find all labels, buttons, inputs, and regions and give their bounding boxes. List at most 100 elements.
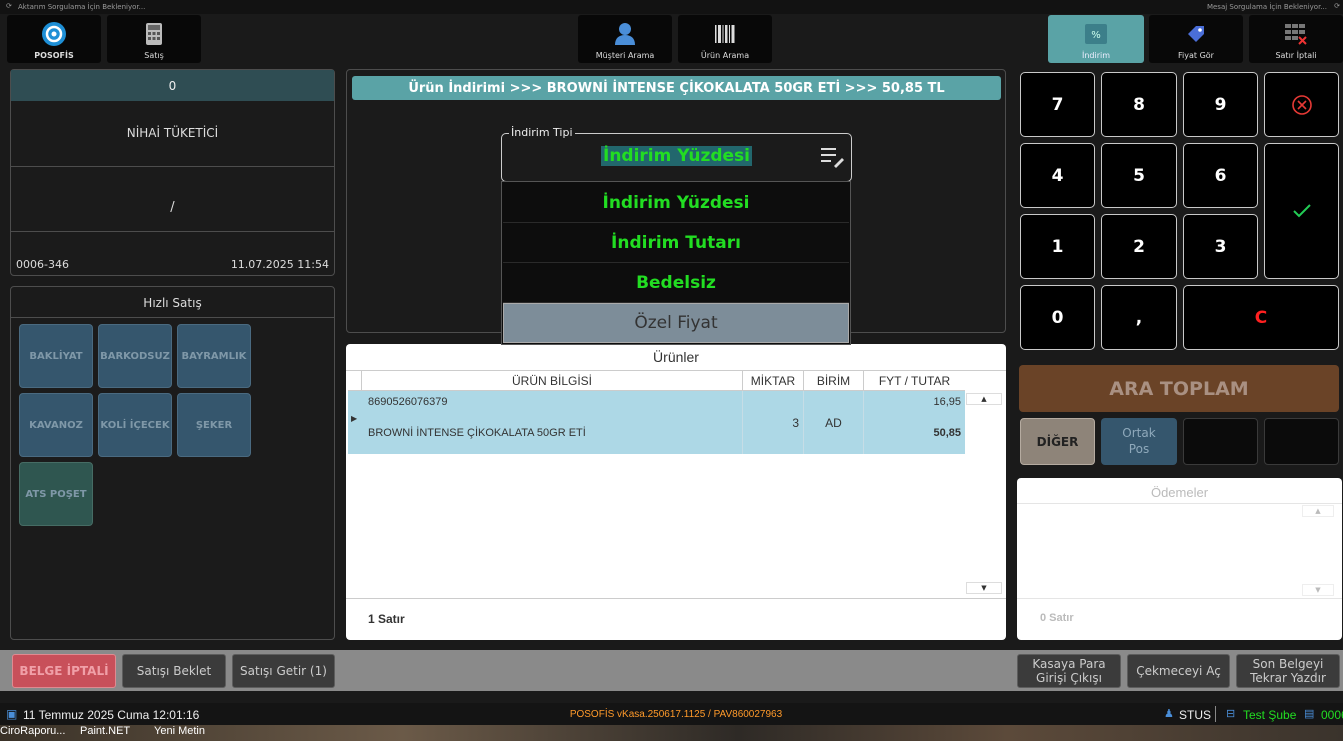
customer-panel: 0 NİHAİ TÜKETİCİ / 0006-346 11.07.2025 1…: [10, 69, 335, 276]
col-urun-bilgisi[interactable]: ÜRÜN BİLGİSİ: [362, 374, 742, 388]
quick-item-seker[interactable]: ŞEKER: [177, 393, 251, 457]
payments-scroll-down-icon[interactable]: ▼: [1302, 584, 1334, 596]
key-4[interactable]: 4: [1020, 143, 1095, 208]
satisi-getir-button[interactable]: Satışı Getir (1): [232, 654, 335, 688]
posofis-button[interactable]: POSOFİS: [7, 15, 101, 63]
satir-iptali-label: Satır İptali: [1275, 51, 1317, 60]
scroll-up-icon[interactable]: ▲: [966, 393, 1002, 405]
row-price: 16,95: [933, 396, 961, 408]
key-7[interactable]: 7: [1020, 72, 1095, 137]
col-miktar[interactable]: MİKTAR: [743, 374, 803, 388]
quick-item-barkodsuz[interactable]: BARKODSUZ: [98, 324, 172, 388]
discount-type-field[interactable]: İndirim Tipi İndirim Yüzdesi: [501, 126, 852, 182]
discount-header: Ürün İndirimi >>> BROWNİ İNTENSE ÇİKOKAL…: [352, 76, 1001, 100]
key-9[interactable]: 9: [1183, 72, 1258, 137]
taskbar-item[interactable]: CiroRaporu...: [0, 725, 65, 737]
cekmeceyi-ac-button[interactable]: Çekmeceyi Aç: [1127, 654, 1230, 688]
discount-type-value: İndirim Yüzdesi: [601, 146, 752, 166]
key-5[interactable]: 5: [1101, 143, 1177, 208]
satis-button[interactable]: Satış: [107, 15, 201, 63]
taskbar-item[interactable]: Yeni Metin: [154, 725, 205, 737]
status-register: 0006: [1321, 708, 1343, 722]
satisi-beklet-button[interactable]: Satışı Beklet: [122, 654, 226, 688]
discount-icon: %: [1048, 20, 1144, 48]
barcode-icon: [678, 20, 772, 48]
option-ozel-fiyat[interactable]: Özel Fiyat: [503, 303, 849, 343]
row-quantity: 3: [792, 416, 799, 430]
products-scrollbar[interactable]: ▲ ▼: [966, 391, 1002, 598]
belge-iptali-button[interactable]: BELGE İPTALİ: [12, 654, 116, 688]
top-status-bar: ⟳ Aktarım Sorgulama İçin Bekleniyor... M…: [0, 0, 1343, 14]
empty-slot-button[interactable]: [1264, 418, 1339, 465]
payments-row-count: 0 Satır: [1040, 612, 1074, 624]
quick-item-ats-poset[interactable]: ATS POŞET: [19, 462, 93, 526]
key-clear[interactable]: C: [1183, 285, 1339, 350]
row-pointer-icon: ▶: [351, 414, 358, 423]
quick-item-bayramlik[interactable]: BAYRAMLIK: [177, 324, 251, 388]
user-icon: [578, 20, 672, 48]
status-user: STUS: [1179, 708, 1212, 722]
col-birim[interactable]: BİRİM: [804, 374, 863, 388]
fiyat-gor-button[interactable]: Fiyat Gör: [1149, 15, 1243, 63]
indirim-label: İndirim: [1081, 51, 1111, 60]
list-edit-icon[interactable]: [820, 146, 846, 172]
discount-type-label: İndirim Tipi: [509, 126, 575, 139]
document-datetime: 11.07.2025 11:54: [230, 258, 329, 271]
products-header-row: ÜRÜN BİLGİSİ MİKTAR BİRİM FYT / TUTAR: [348, 371, 965, 391]
calendar-icon: ▣: [6, 707, 18, 721]
key-comma[interactable]: ,: [1101, 285, 1177, 350]
document-number: 0006-346: [16, 258, 69, 271]
empty-slot-button[interactable]: [1183, 418, 1258, 465]
diger-button[interactable]: DİĞER: [1020, 418, 1095, 465]
status-branch: Test Şube: [1243, 708, 1297, 722]
discount-type-dropdown: İndirim Yüzdesi İndirim Tutarı Bedelsiz …: [501, 181, 851, 345]
posofis-logo-icon: [7, 20, 101, 48]
ara-toplam-button[interactable]: ARA TOPLAM: [1019, 365, 1339, 412]
customer-slash: /: [170, 200, 175, 215]
user-icon: ♟: [1164, 708, 1174, 720]
fiyat-gor-label: Fiyat Gör: [1178, 51, 1214, 60]
table-row[interactable]: ▶ 8690526076379 BROWNİ İNTENSE ÇİKOKALAT…: [348, 391, 965, 454]
row-product-name: BROWNİ İNTENSE ÇİKOKALATA 50GR ETİ: [368, 427, 586, 439]
customer-count: 0: [11, 70, 334, 101]
quick-item-bakliyat[interactable]: BAKLİYAT: [19, 324, 93, 388]
quick-item-kavanoz[interactable]: KAVANOZ: [19, 393, 93, 457]
products-row-count: 1 Satır: [368, 612, 405, 626]
key-3[interactable]: 3: [1183, 214, 1258, 279]
store-icon: ⊟: [1226, 708, 1236, 720]
option-indirim-yuzdesi[interactable]: İndirim Yüzdesi: [503, 183, 849, 223]
products-title: Ürünler: [653, 349, 699, 365]
indirim-button[interactable]: % İndirim: [1048, 15, 1144, 63]
key-6[interactable]: 6: [1183, 143, 1258, 208]
quick-sale-panel: Hızlı Satış BAKLİYAT BARKODSUZ BAYRAMLIK…: [10, 286, 335, 640]
sync-icon: ⟳: [1334, 2, 1340, 10]
satir-iptali-button[interactable]: Satır İptali: [1249, 15, 1343, 63]
son-belge-button[interactable]: Son Belgeyi Tekrar Yazdır: [1236, 654, 1340, 688]
status-version: POSOFİS vKasa.250617.1125 / PAV860027963: [569, 709, 783, 720]
quick-item-koli-icecek[interactable]: KOLİ İÇECEK: [98, 393, 172, 457]
option-indirim-tutari[interactable]: İndirim Tutarı: [503, 223, 849, 263]
payments-title: Ödemeler: [1150, 485, 1209, 500]
musteri-arama-button[interactable]: Müşteri Arama: [578, 15, 672, 63]
kasaya-para-button[interactable]: Kasaya Para Girişi Çıkışı: [1017, 654, 1121, 688]
calculator-icon: [107, 20, 201, 48]
key-1[interactable]: 1: [1020, 214, 1095, 279]
taskbar: CiroRaporu... Paint.NET Yeni Metin: [0, 725, 1343, 741]
posofis-label: POSOFİS: [34, 51, 74, 60]
payments-panel: Ödemeler ▲ ▼ 0 Satır: [1017, 478, 1342, 640]
urun-arama-button[interactable]: Ürün Arama: [678, 15, 772, 63]
scroll-down-icon[interactable]: ▼: [966, 582, 1002, 594]
taskbar-item[interactable]: Paint.NET: [80, 725, 130, 737]
key-2[interactable]: 2: [1101, 214, 1177, 279]
col-fyt-tutar[interactable]: FYT / TUTAR: [864, 374, 965, 388]
ortak-pos-button[interactable]: Ortak Pos: [1101, 418, 1177, 465]
register-icon: ▤: [1304, 708, 1315, 720]
option-bedelsiz[interactable]: Bedelsiz: [503, 263, 849, 303]
key-8[interactable]: 8: [1101, 72, 1177, 137]
cancel-circle-icon: [1291, 94, 1312, 115]
payments-scroll-up-icon[interactable]: ▲: [1302, 505, 1334, 517]
confirm-key[interactable]: [1264, 143, 1339, 279]
key-0[interactable]: 0: [1020, 285, 1095, 350]
cancel-key[interactable]: [1264, 72, 1339, 137]
row-barcode: 8690526076379: [368, 396, 448, 408]
